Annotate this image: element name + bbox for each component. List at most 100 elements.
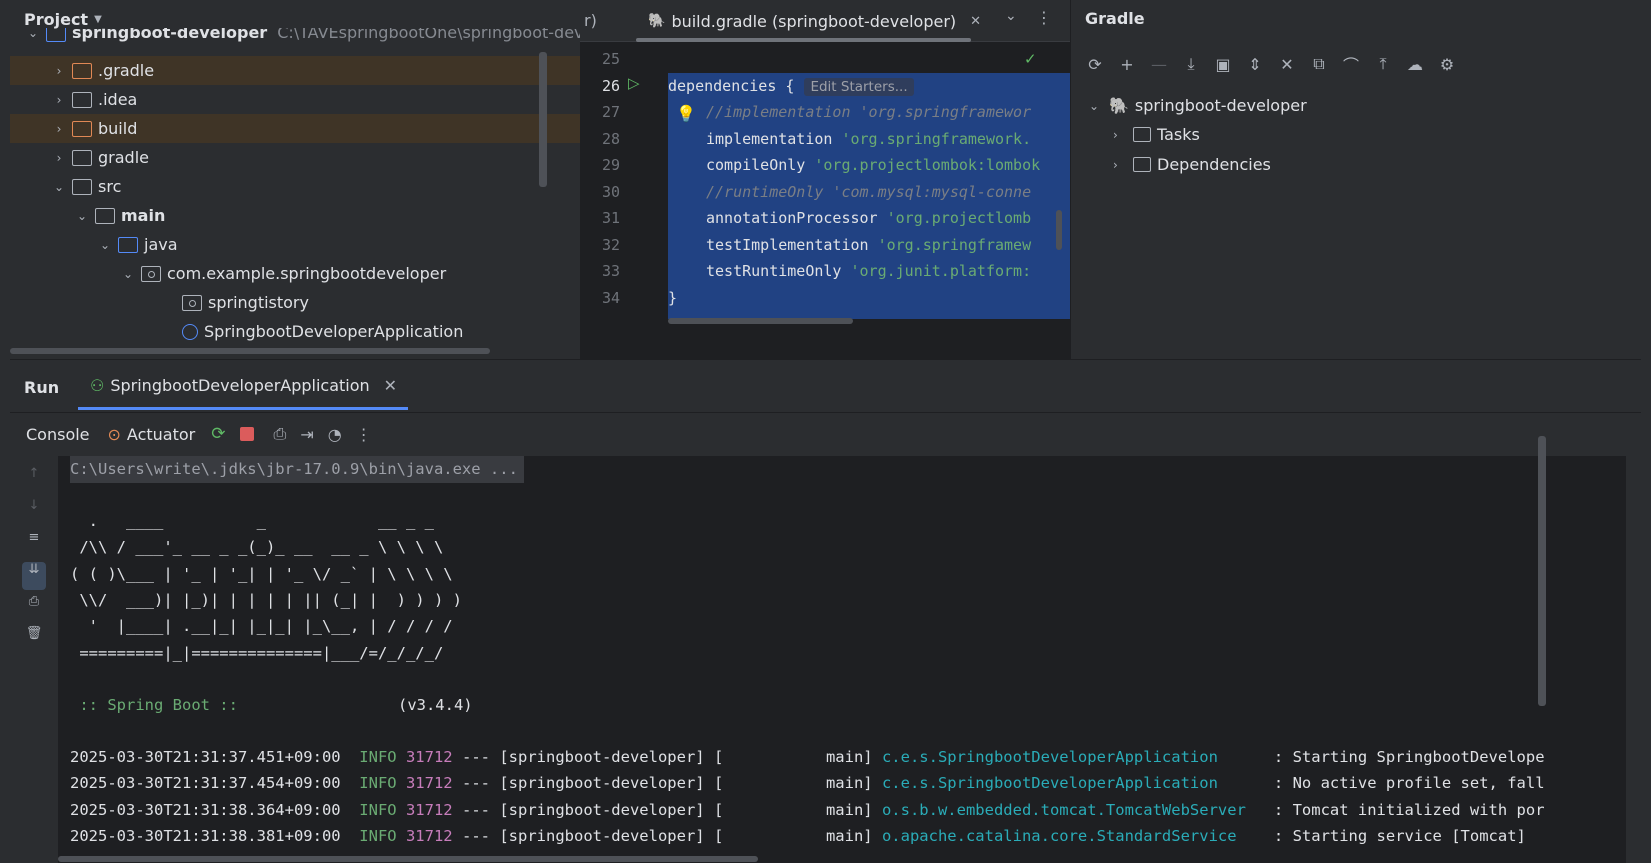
chevron-right-icon[interactable]: ›: [50, 64, 68, 78]
tree-item-label: .gradle: [98, 61, 155, 80]
log-sep: ---: [461, 774, 490, 793]
arrow-up-icon[interactable]: ↑: [22, 466, 46, 498]
tree-item[interactable]: springtistory: [10, 288, 580, 317]
execute-task-icon[interactable]: ▣: [1211, 52, 1235, 76]
code-line[interactable]: dependencies {Edit Starters...: [668, 73, 914, 100]
console-tab[interactable]: Console: [26, 425, 90, 444]
log-msg: : No active profile set, fall: [1273, 774, 1545, 793]
log-msg: : Starting SpringbootDevelope: [1273, 748, 1545, 766]
log-thread: main]: [825, 774, 873, 793]
code-line[interactable]: }: [668, 285, 677, 312]
print-icon[interactable]: ⎙: [22, 594, 46, 626]
chevron-down-icon[interactable]: ⌄: [73, 209, 91, 223]
soft-wrap-icon[interactable]: ≡: [22, 530, 46, 562]
line-number: 27: [601, 103, 620, 121]
arrow-down-icon[interactable]: ↓: [22, 498, 46, 530]
scroll-to-top-icon[interactable]: ⤒: [1371, 52, 1395, 76]
expand-all-icon[interactable]: ⇕: [1243, 52, 1267, 76]
tree-item[interactable]: ⌄ src: [10, 172, 580, 201]
log-msg: : Starting service [Tomcat]: [1273, 826, 1526, 845]
tree-item[interactable]: SpringbootDeveloperApplication: [10, 317, 580, 346]
log-sep: ---: [461, 826, 490, 845]
actuator-tab[interactable]: Actuator: [127, 425, 195, 444]
scrollbar-horizontal[interactable]: [58, 856, 758, 862]
code-line[interactable]: annotationProcessor 'org.projectlomb: [706, 205, 1031, 232]
chevron-down-icon[interactable]: ⌄: [119, 267, 137, 281]
chevron-down-icon[interactable]: ⌄: [50, 180, 68, 194]
tree-item[interactable]: ⌄ com.example.springbootdeveloper: [10, 259, 580, 288]
log-sep: ---: [461, 800, 490, 819]
scrollbar[interactable]: [1538, 436, 1546, 706]
gear-icon[interactable]: ⚙: [1435, 52, 1459, 76]
scrollbar-horizontal[interactable]: [10, 348, 490, 354]
remove-icon[interactable]: —: [1147, 52, 1171, 76]
code-line[interactable]: implementation 'org.springframework.: [706, 126, 1031, 153]
console-output[interactable]: C:\Users\write\.jdks\jbr-17.0.9\bin\java…: [58, 456, 1626, 863]
camera-icon[interactable]: ⎙: [274, 424, 287, 444]
edit-starters-hint[interactable]: Edit Starters...: [804, 77, 914, 96]
line-number: 34: [601, 288, 620, 307]
log-line: 2025-03-30T21:31:38.381+09:00 INFO 31712…: [70, 823, 1526, 850]
chevron-right-icon[interactable]: ›: [50, 151, 68, 165]
log-msg: : Tomcat initialized with por: [1273, 800, 1545, 819]
banner-line: ( ( )\___ | '_ | '_| | '_ \/ _` | \ \ \ …: [70, 564, 453, 583]
chevron-down-icon[interactable]: ⌄: [1089, 99, 1107, 113]
download-icon[interactable]: ⤓: [1179, 52, 1203, 76]
stop-icon[interactable]: [239, 427, 254, 441]
toggle-offline-icon[interactable]: ⌒: [1339, 52, 1363, 76]
rerun-icon[interactable]: ⟳: [211, 424, 225, 444]
dependency-analyzer-icon[interactable]: ⧉: [1307, 52, 1331, 76]
gradle-root[interactable]: ⌄ 🐘 springboot-developer: [1089, 96, 1307, 115]
more-icon[interactable]: ⋮: [1036, 8, 1052, 27]
reload-icon[interactable]: ⟳: [1083, 52, 1107, 76]
tree-item-label: .idea: [98, 90, 138, 109]
speedometer-icon[interactable]: ◔: [328, 425, 342, 444]
chevron-right-icon[interactable]: ›: [50, 122, 68, 136]
tree-item[interactable]: › build: [10, 114, 580, 143]
tab-scroll-indicator: [636, 38, 971, 42]
log-line: 2025-03-30T21:31:37.454+09:00 INFO 31712…: [70, 770, 1545, 797]
chevron-right-icon[interactable]: ›: [1113, 158, 1131, 172]
more-icon[interactable]: ⋮: [356, 425, 372, 444]
chevron-down-icon[interactable]: ⌄: [96, 238, 114, 252]
tree-root-path: C:\TAVEspringbootOne\springboot-deve: [277, 28, 580, 42]
gradle-tasks[interactable]: › Tasks: [1113, 125, 1200, 144]
code-line[interactable]: testRuntimeOnly 'org.junit.platform:: [706, 258, 1031, 285]
close-icon[interactable]: ✕: [970, 14, 981, 29]
code-line[interactable]: testImplementation 'org.springframew: [706, 232, 1031, 259]
collapse-all-icon[interactable]: ✕: [1275, 52, 1299, 76]
tree-item[interactable]: › .idea: [10, 85, 580, 114]
chevron-down-icon[interactable]: ⌄: [1005, 8, 1017, 24]
code-line[interactable]: //implementation 'org.springframewor: [706, 99, 1031, 126]
close-icon[interactable]: ✕: [384, 376, 397, 395]
project-title: Project: [24, 9, 89, 29]
tree-item-label: build: [98, 119, 138, 138]
code-line[interactable]: //runtimeOnly 'com.mysql:mysql-conne: [706, 179, 1031, 206]
chevron-down-icon[interactable]: ⌄: [24, 28, 42, 40]
code-line[interactable]: compileOnly 'org.projectlombok:lombok: [706, 152, 1040, 179]
chevron-down-icon[interactable]: ▼: [94, 14, 102, 25]
offline-cloud-icon[interactable]: ☁: [1403, 52, 1427, 76]
tab-previous[interactable]: r): [584, 11, 597, 30]
chevron-right-icon[interactable]: ›: [50, 93, 68, 107]
exit-icon[interactable]: ⇥: [300, 425, 313, 444]
line-number: 30: [601, 182, 620, 201]
tree-root[interactable]: ⌄ springboot-developer C:\TAVEspringboot…: [24, 28, 580, 46]
scrollbar[interactable]: [1056, 210, 1062, 250]
scrollbar[interactable]: [539, 52, 547, 187]
package-icon: [182, 294, 202, 311]
run-tab[interactable]: ⚇ SpringbootDeveloperApplication ✕: [90, 376, 397, 395]
tree-item[interactable]: ⌄ java: [10, 230, 580, 259]
trash-icon[interactable]: 🗑: [22, 626, 46, 658]
gradle-dependencies[interactable]: › Dependencies: [1113, 155, 1271, 174]
tab-build-gradle[interactable]: 🐘 build.gradle (springboot-developer) ✕: [648, 8, 981, 34]
scroll-to-end-icon[interactable]: ⇊: [22, 562, 46, 590]
add-icon[interactable]: +: [1115, 52, 1139, 76]
tree-item[interactable]: › .gradle: [10, 56, 580, 85]
scrollbar-horizontal[interactable]: [668, 318, 853, 324]
run-gutter-icon[interactable]: ▷: [628, 74, 640, 92]
bulb-icon[interactable]: 💡: [676, 104, 696, 123]
chevron-right-icon[interactable]: ›: [1113, 128, 1131, 142]
tree-item[interactable]: › gradle: [10, 143, 580, 172]
tree-item[interactable]: ⌄ main: [10, 201, 580, 230]
